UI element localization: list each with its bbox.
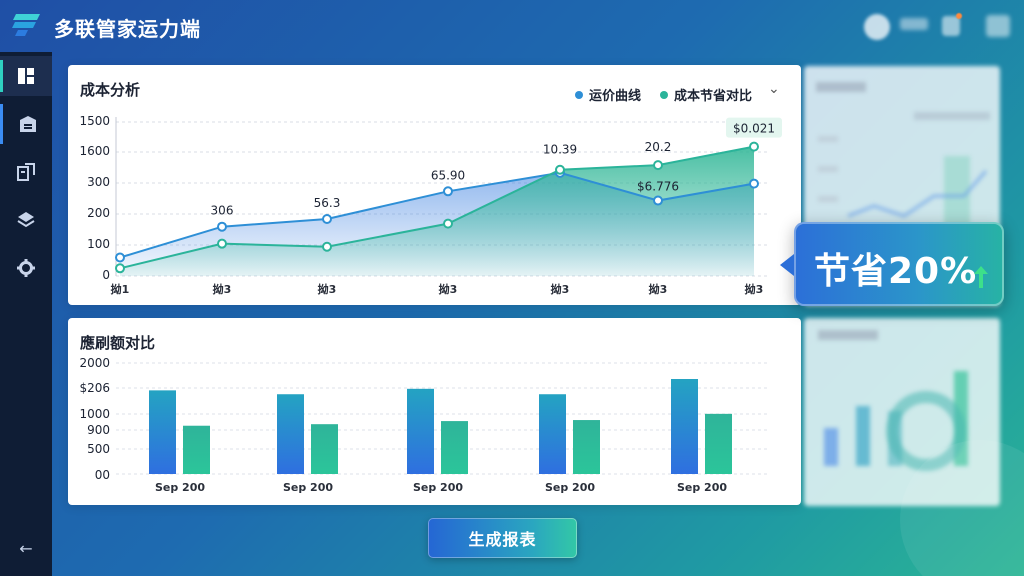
x-tick: 拗3	[550, 283, 570, 296]
top-bar: 多联管家运力端	[0, 0, 1024, 52]
bar-series-1[interactable]	[277, 394, 304, 474]
freight-point[interactable]	[115, 252, 125, 263]
warehouse-icon	[19, 116, 36, 132]
bar-series-1[interactable]	[671, 379, 698, 474]
x-tick: 拗3	[438, 283, 458, 296]
bar-series-2[interactable]	[705, 413, 732, 474]
savings-point[interactable]	[322, 241, 332, 252]
x-tick: 拗3	[648, 283, 668, 296]
sidebar: ←	[0, 52, 52, 576]
savings-point[interactable]	[653, 160, 663, 171]
dashboard-icon	[18, 68, 34, 84]
point-label: 65.90	[431, 168, 465, 182]
bar-series-2[interactable]	[441, 421, 468, 474]
menu-icon[interactable]	[986, 15, 1010, 37]
point-label: $6.776	[637, 180, 679, 194]
notification-dot	[956, 13, 962, 19]
bar-series-2[interactable]	[183, 425, 210, 474]
bar-series-1[interactable]	[149, 390, 176, 474]
x-tick: 拗3	[744, 283, 764, 296]
document-icon	[17, 163, 35, 181]
app-title: 多联管家运力端	[54, 17, 201, 41]
x-tick: 拗3	[317, 283, 337, 296]
point-label: $0.021	[733, 122, 775, 136]
collapse-arrow-icon[interactable]: ←	[0, 528, 52, 568]
x-tick: Sep 200	[282, 481, 334, 494]
bar-series-1[interactable]	[539, 394, 566, 474]
freight-point[interactable]	[217, 221, 227, 232]
savings-highlight-text: 节省20%	[814, 251, 978, 292]
freight-point[interactable]	[443, 186, 453, 197]
x-tick: Sep 200	[412, 481, 464, 494]
x-tick: Sep 200	[154, 481, 206, 494]
point-label: 56.3	[314, 196, 341, 210]
savings-point[interactable]	[115, 263, 125, 274]
sidebar-item-dashboard[interactable]	[0, 56, 52, 96]
gear-icon	[17, 259, 35, 277]
user-name-blurred[interactable]	[900, 18, 928, 30]
point-label: 20.2	[645, 140, 672, 154]
app-logo-icon	[12, 14, 40, 36]
cost-analysis-card: 成本分析 运价曲线 成本节省对比 ⌄ 1500 1600 300 200 100…	[68, 65, 801, 305]
savings-point[interactable]	[555, 164, 565, 175]
sidebar-item-documents[interactable]	[0, 152, 52, 192]
bar-series-2[interactable]	[573, 420, 600, 474]
bar-series-2[interactable]	[311, 424, 338, 474]
savings-point[interactable]	[749, 141, 759, 152]
user-avatar[interactable]	[864, 14, 890, 40]
generate-report-button[interactable]: 生成报表	[428, 518, 577, 558]
savings-highlight-badge: 节省20%	[780, 222, 1004, 306]
x-tick: Sep 200	[676, 481, 728, 494]
bar-series-1[interactable]	[407, 388, 434, 474]
sidebar-item-warehouse[interactable]	[0, 104, 52, 144]
sidebar-item-settings[interactable]	[0, 248, 52, 288]
savings-point[interactable]	[217, 238, 227, 249]
layers-icon	[17, 212, 35, 228]
freight-point[interactable]	[322, 214, 332, 225]
savings-point[interactable]	[443, 218, 453, 229]
bell-icon[interactable]	[942, 16, 960, 36]
x-tick: Sep 200	[544, 481, 596, 494]
sidebar-item-layers[interactable]	[0, 200, 52, 240]
x-tick: 拗3	[212, 283, 232, 296]
bar-compare-card: 應刷额对比 2000 $206 1000 900 500 00 Sep 200 …	[68, 318, 801, 505]
freight-point[interactable]	[653, 195, 663, 206]
x-tick: 拗1	[110, 283, 130, 296]
point-label: 306	[211, 204, 234, 218]
bar-chart	[116, 362, 768, 475]
arrow-up-icon	[974, 266, 988, 288]
point-label: 10.39	[543, 143, 577, 157]
cost-line-chart: 306 56.3 65.90 10.39 20.2 $6.776 $0.021	[115, 117, 782, 277]
freight-point[interactable]	[749, 178, 759, 189]
